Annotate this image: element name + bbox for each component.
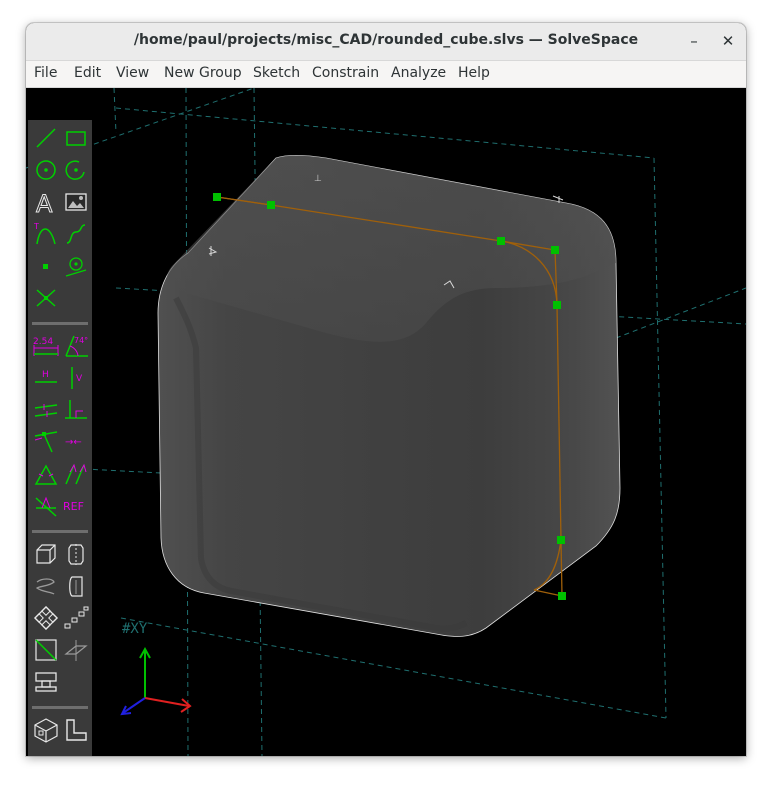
menu-analyze[interactable]: Analyze [391,65,446,81]
text-icon[interactable]: A [32,188,60,217]
menu-edit[interactable]: Edit [74,65,101,81]
svg-text:T: T [33,222,39,231]
cubic-spline-icon[interactable] [62,220,90,248]
isometric-view-icon[interactable] [32,716,60,744]
equal-length-icon[interactable] [32,460,60,488]
menu-view[interactable]: View [116,65,149,81]
vertical-icon[interactable]: V [62,364,90,392]
ortho-view-icon[interactable] [62,716,90,744]
tangent-arc-icon[interactable]: T [32,220,60,248]
perpendicular-icon[interactable] [62,396,90,424]
image-icon[interactable] [62,188,90,216]
step-translate-icon[interactable] [62,604,90,632]
graphics-viewport[interactable]: ⊥ #XY A T 2.54 74° H V →← REF [26,88,746,756]
svg-text:V: V [76,374,83,384]
sketch-point[interactable] [553,301,561,309]
sketch-point[interactable] [557,536,565,544]
nearest-iso-icon[interactable] [32,636,60,664]
reference-icon[interactable]: REF [62,492,90,520]
svg-text:74°: 74° [74,336,88,345]
symmetric-icon[interactable]: →← [62,428,90,456]
toolbar-separator [32,322,88,325]
rectangle-icon[interactable] [62,124,90,152]
toolbar-separator [32,530,88,533]
title-bar[interactable]: /home/paul/projects/misc_CAD/rounded_cub… [26,23,746,61]
helix-icon[interactable] [32,572,60,600]
lathe-icon[interactable] [62,540,90,568]
model-canvas[interactable]: ⊥ #XY [26,88,746,756]
svg-text:→←: →← [65,437,82,448]
sketch-point[interactable] [551,246,559,254]
svg-text:2.54: 2.54 [33,337,53,347]
line-segment-icon[interactable] [32,124,60,152]
revolve-icon[interactable] [62,572,90,600]
minimize-button[interactable]: – [684,31,704,51]
solvespace-window: /home/paul/projects/misc_CAD/rounded_cub… [26,23,746,756]
svg-text:REF: REF [63,500,84,513]
workplane-label: #XY [122,621,148,637]
axis-triad [120,646,192,716]
menu-new-group[interactable]: New Group [164,65,242,81]
toolbar: A T 2.54 74° H V →← REF [28,120,92,756]
split-curves-icon[interactable] [32,284,60,312]
extrude-icon[interactable] [32,540,60,568]
menu-constrain[interactable]: Constrain [312,65,379,81]
horizontal-icon[interactable]: H [32,364,60,392]
angle-dimension-icon[interactable]: 74° [62,332,90,360]
close-button[interactable]: ✕ [718,31,738,51]
svg-text:H: H [42,370,49,380]
svg-text:A: A [36,190,53,216]
orientation-icon[interactable] [62,460,90,488]
toolbar-separator [32,706,88,709]
circle-icon[interactable] [32,156,60,184]
window-title: /home/paul/projects/misc_CAD/rounded_cub… [133,32,639,48]
distance-dimension-icon[interactable]: 2.54 [32,332,60,360]
sketch-point[interactable] [267,201,275,209]
point-icon[interactable] [32,252,60,280]
menu-bar: File Edit View New Group Sketch Constrai… [26,61,746,88]
workplane-icon[interactable] [32,668,60,696]
edge-label: ⊥ [314,174,322,184]
sketch-point[interactable] [558,592,566,600]
menu-sketch[interactable]: Sketch [253,65,300,81]
arc-icon[interactable] [62,156,90,184]
linked-icon[interactable] [32,604,60,632]
point-on-entity-icon[interactable] [32,428,60,456]
rounded-cube-solid[interactable]: ⊥ [157,154,621,637]
parallel-icon[interactable] [32,396,60,424]
sketch-point[interactable] [497,237,505,245]
construction-point-icon[interactable] [62,252,90,280]
nearest-ortho-icon[interactable] [62,636,90,664]
sketch-point[interactable] [213,193,221,201]
other-supplementary-icon[interactable] [32,492,60,520]
menu-file[interactable]: File [34,65,57,81]
menu-help[interactable]: Help [458,65,490,81]
